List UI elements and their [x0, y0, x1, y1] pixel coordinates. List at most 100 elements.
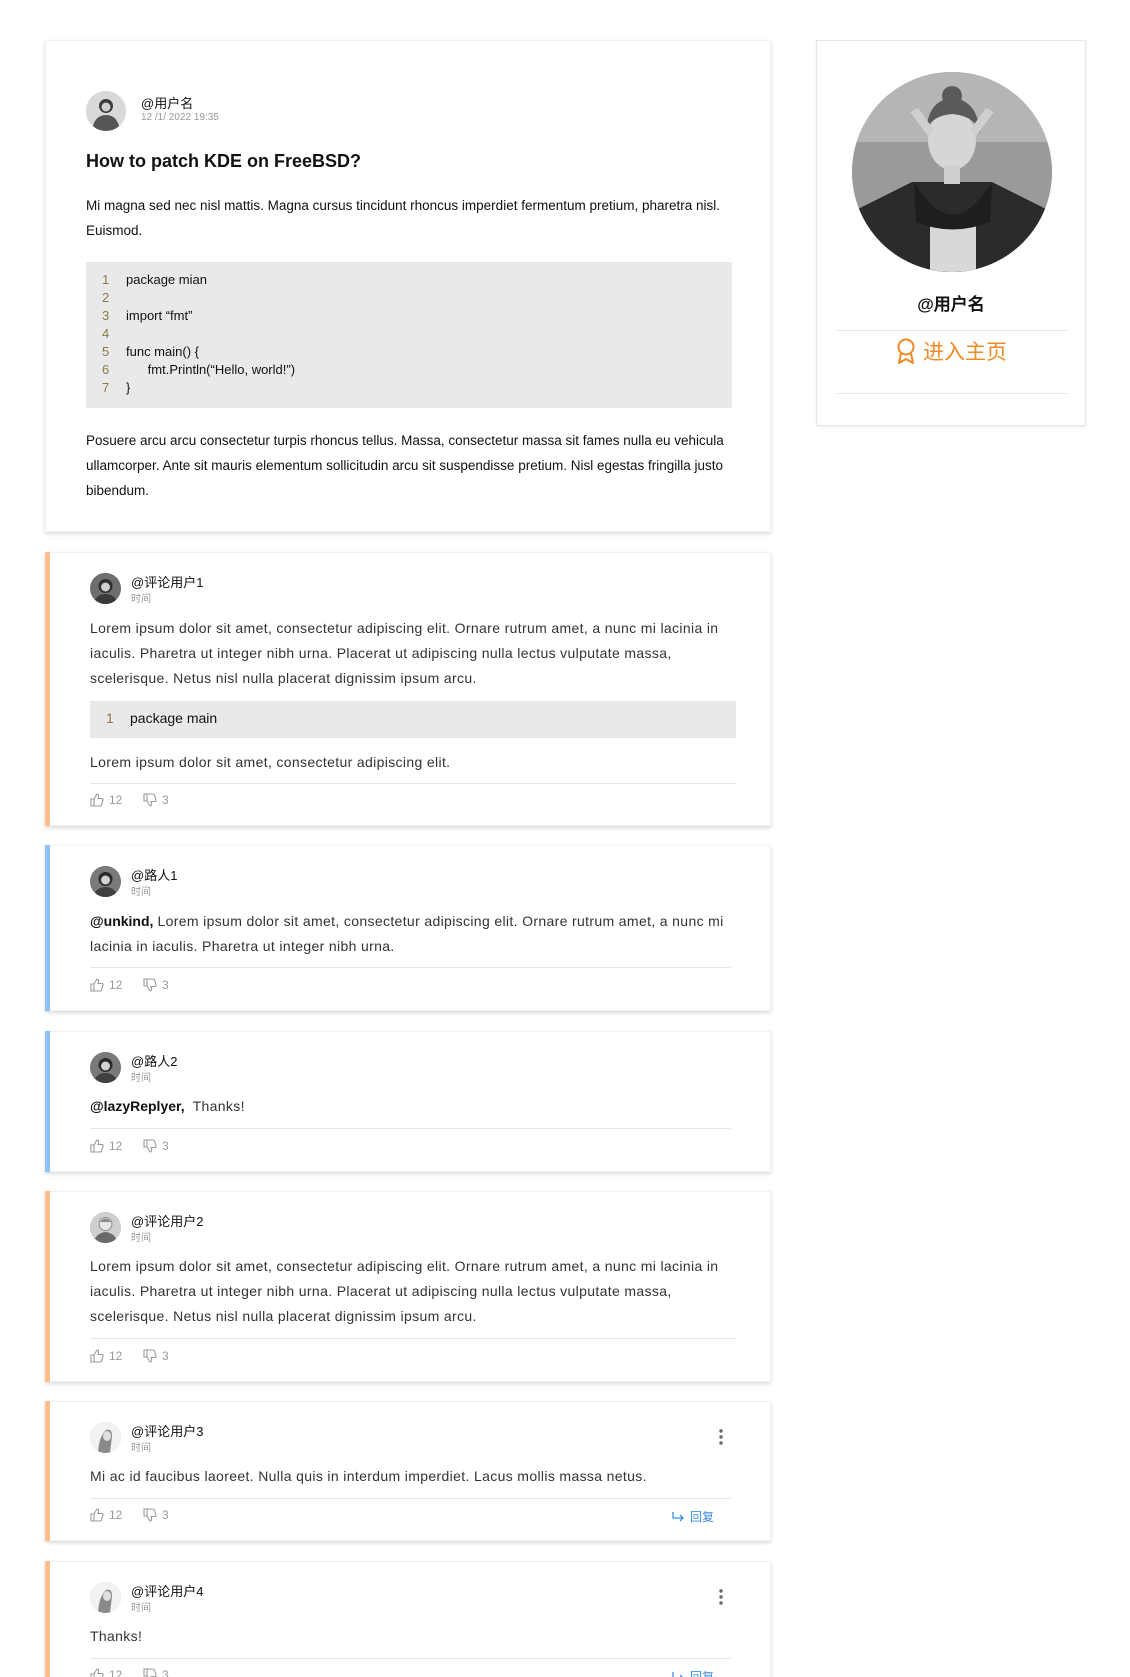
thumbs-up-icon: [90, 1139, 104, 1153]
thumbs-up-icon: [90, 1349, 104, 1363]
more-vertical-icon: [719, 1429, 723, 1445]
like-button[interactable]: 12: [90, 793, 122, 807]
code-line-number: 6: [102, 362, 110, 377]
reply-accent-bar: [45, 1031, 50, 1172]
profile-card: @用户名 进入主页: [816, 40, 1086, 426]
like-button[interactable]: 12: [90, 1139, 122, 1153]
reply-button[interactable]: 回复: [671, 1508, 714, 1525]
dislike-count: 3: [162, 1668, 169, 1677]
comment-author[interactable]: @评论用户1: [131, 572, 203, 591]
post-author-name[interactable]: @用户名: [141, 93, 193, 112]
thumbs-down-icon: [143, 793, 157, 807]
code-line: 5 func main() {: [86, 344, 732, 362]
dislike-button[interactable]: 3: [143, 1508, 169, 1522]
post-title: How to patch KDE on FreeBSD?: [86, 151, 362, 171]
comment-author[interactable]: @路人2: [131, 1051, 177, 1070]
divider: [90, 1658, 731, 1659]
comment-body: Thanks!: [90, 1628, 143, 1644]
code-line-text: fmt.Println(“Hello, world!”): [126, 362, 296, 377]
comment-card: @评论用户1 时间 Lorem ipsum dolor sit amet, co…: [45, 552, 771, 826]
like-button[interactable]: 12: [90, 1349, 122, 1363]
comment-author[interactable]: @路人1: [131, 865, 177, 884]
like-count: 12: [109, 793, 123, 807]
dislike-button[interactable]: 3: [143, 1139, 169, 1153]
more-vertical-icon: [719, 1589, 723, 1605]
profile-avatar[interactable]: [852, 72, 1052, 272]
comment-avatar[interactable]: [90, 573, 121, 604]
like-button[interactable]: 12: [90, 1508, 122, 1522]
comment-time: 时间: [131, 887, 151, 898]
reply-arrow-icon: [672, 1511, 684, 1521]
post-author-avatar[interactable]: [86, 91, 126, 131]
comment-author[interactable]: @评论用户3: [131, 1421, 203, 1440]
code-line-number: 4: [102, 326, 110, 341]
badge-icon: [897, 338, 915, 364]
thumbs-up-icon: [90, 978, 104, 992]
code-line-text: package mian: [126, 272, 207, 287]
comment-time: 时间: [131, 1233, 151, 1244]
code-line-number: 5: [102, 344, 110, 359]
comment-card: @评论用户4 时间 Thanks! 12 3 回复: [45, 1561, 771, 1677]
code-line-text: }: [126, 380, 131, 395]
comment-avatar[interactable]: [90, 1582, 121, 1613]
code-line: 7}: [86, 380, 732, 398]
more-options-button[interactable]: [714, 1587, 728, 1607]
comment-avatar[interactable]: [90, 866, 121, 897]
like-button[interactable]: 12: [90, 978, 122, 992]
divider: [90, 1338, 736, 1339]
divider: [90, 1128, 731, 1129]
dislike-count: 3: [162, 793, 169, 807]
code-line-number: 3: [102, 308, 110, 323]
thumbs-down-icon: [143, 978, 157, 992]
dislike-count: 3: [162, 1349, 169, 1363]
mention-link[interactable]: @unkind,: [90, 913, 153, 929]
post-paragraph: Posuere arcu arcu consectetur turpis rho…: [86, 433, 724, 498]
comment-card: @评论用户3 时间 Mi ac id faucibus laoreet. Nul…: [45, 1401, 771, 1541]
comment-body: Lorem ipsum dolor sit amet, consectetur …: [90, 754, 451, 770]
like-count: 12: [109, 1349, 123, 1363]
comment-avatar[interactable]: [90, 1212, 121, 1243]
thumbs-down-icon: [143, 1349, 157, 1363]
thumbs-down-icon: [143, 1508, 157, 1522]
comment-card: @路人1 时间 @unkind, Lorem ipsum dolor sit am…: [45, 845, 771, 1011]
code-line-number: 2: [102, 290, 110, 305]
comment-author[interactable]: @评论用户2: [131, 1211, 203, 1230]
code-line: 4: [86, 326, 732, 344]
more-options-button[interactable]: [714, 1427, 728, 1447]
code-line-number: 7: [102, 380, 110, 395]
divider: [836, 393, 1068, 394]
like-count: 12: [109, 978, 123, 992]
profile-homepage-link[interactable]: 进入主页: [817, 331, 1085, 371]
like-count: 12: [109, 1508, 123, 1522]
code-line-number: 1: [102, 272, 110, 287]
like-count: 12: [109, 1139, 123, 1153]
dislike-button[interactable]: 3: [143, 1668, 169, 1677]
comment-body: @unkind, Lorem ipsum dolor sit amet, cons…: [90, 909, 736, 959]
like-button[interactable]: 12: [90, 1668, 122, 1677]
comment-accent-bar: [45, 1191, 50, 1382]
profile-link-label: 进入主页: [923, 341, 1007, 364]
dislike-count: 3: [162, 1139, 169, 1153]
mention-link[interactable]: @lazyReplyer,: [90, 1098, 185, 1114]
thumbs-up-icon: [90, 1668, 104, 1677]
dislike-button[interactable]: 3: [143, 793, 169, 807]
reply-arrow-icon: [672, 1671, 684, 1677]
dislike-button[interactable]: 3: [143, 1349, 169, 1363]
comment-body: Lorem ipsum dolor sit amet, consectetur …: [90, 620, 719, 686]
comment-avatar[interactable]: [90, 1052, 121, 1083]
post-card: @用户名 12 /1/ 2022 19:35 How to patch KDE …: [45, 40, 771, 532]
thumbs-down-icon: [143, 1139, 157, 1153]
dislike-button[interactable]: 3: [143, 978, 169, 992]
comment-code-block: 1 package main: [90, 701, 736, 738]
thumbs-up-icon: [90, 1508, 104, 1522]
code-line: 3 import “fmt”: [86, 308, 732, 326]
comment-time: 时间: [131, 1443, 151, 1454]
comment-author[interactable]: @评论用户4: [131, 1581, 203, 1600]
post-time: 12 /1/ 2022 19:35: [141, 112, 219, 123]
comment-avatar[interactable]: [90, 1422, 121, 1453]
divider: [90, 967, 731, 968]
code-line: 6 fmt.Println(“Hello, world!”): [86, 362, 732, 380]
comment-time: 时间: [131, 594, 151, 605]
code-line-text: import “fmt”: [126, 308, 193, 323]
reply-button[interactable]: 回复: [671, 1668, 714, 1677]
